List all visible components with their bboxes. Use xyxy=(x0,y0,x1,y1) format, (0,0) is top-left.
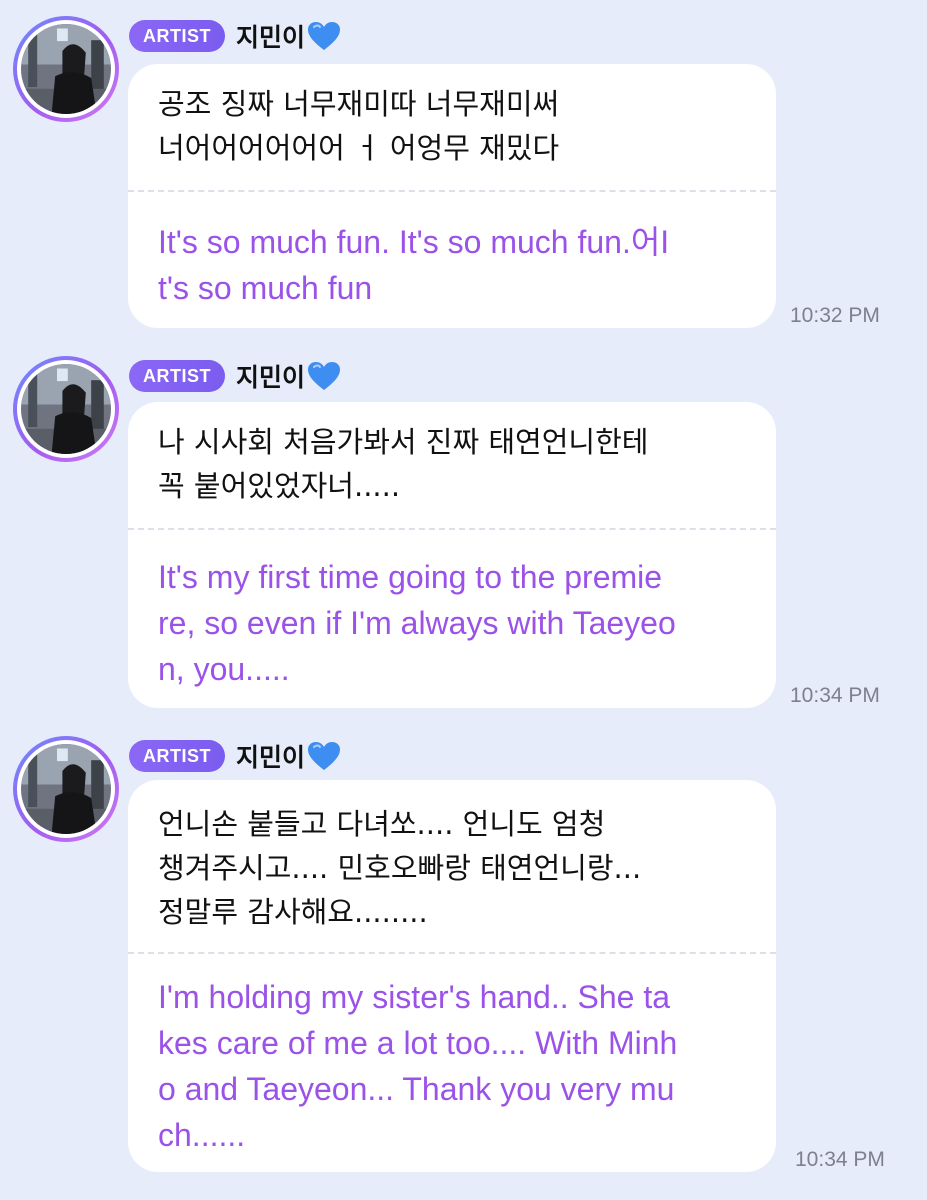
original-text: 나 시사회 처음가봐서 진짜 태연언니한테 꼭 붙어있었자너..... xyxy=(158,425,649,503)
username[interactable]: 지민이 xyxy=(236,356,341,396)
username[interactable]: 지민이 xyxy=(236,736,341,776)
avatar[interactable] xyxy=(13,356,119,462)
blue-heart-icon xyxy=(308,22,341,50)
message-bubble[interactable]: 공조 징짜 너무재미따 너무재미써 너어어어어어어 ㅓ 어엉무 재밌다 It's… xyxy=(128,64,776,328)
translated-text: I'm holding my sister's hand.. She ta ke… xyxy=(158,979,678,1153)
username[interactable]: 지민이 xyxy=(236,16,341,56)
username-text: 지민이 xyxy=(236,743,306,772)
artist-badge: ARTIST xyxy=(129,740,225,772)
divider xyxy=(128,190,776,192)
chat-message: ARTIST 지민이 언니손 붙들고 다녀쏘.... 언니도 엄청 챙겨주시고.… xyxy=(0,720,927,1200)
avatar[interactable] xyxy=(13,736,119,842)
original-text: 언니손 붙들고 다녀쏘.... 언니도 엄청 챙겨주시고.... 민호오빠랑 태… xyxy=(158,807,642,929)
translated-text: It's my first time going to the premie r… xyxy=(158,559,676,687)
timestamp: 10:34 PM xyxy=(795,1148,885,1171)
profile-photo xyxy=(21,364,111,454)
original-text: 공조 징짜 너무재미따 너무재미써 너어어어어어어 ㅓ 어엉무 재밌다 xyxy=(158,87,560,165)
artist-badge: ARTIST xyxy=(129,20,225,52)
chat-message: ARTIST 지민이 나 시사회 처음가봐서 진짜 태연언니한테 꼭 붙어있었자… xyxy=(0,340,927,720)
divider xyxy=(128,952,776,954)
profile-photo xyxy=(21,744,111,834)
blue-heart-icon xyxy=(308,362,341,390)
message-bubble[interactable]: 언니손 붙들고 다녀쏘.... 언니도 엄청 챙겨주시고.... 민호오빠랑 태… xyxy=(128,780,776,1172)
message-bubble[interactable]: 나 시사회 처음가봐서 진짜 태연언니한테 꼭 붙어있었자너..... It's… xyxy=(128,402,776,708)
profile-photo xyxy=(21,24,111,114)
translated-text: It's so much fun. It's so much fun.어I t'… xyxy=(158,224,670,306)
blue-heart-icon xyxy=(308,742,341,770)
avatar[interactable] xyxy=(13,16,119,122)
username-text: 지민이 xyxy=(236,23,306,52)
divider xyxy=(128,528,776,530)
username-text: 지민이 xyxy=(236,363,306,392)
chat-message: ARTIST 지민이 공조 징짜 너무재미따 너무재미써 너어어어어어어 ㅓ 어… xyxy=(0,0,927,340)
artist-badge: ARTIST xyxy=(129,360,225,392)
timestamp: 10:34 PM xyxy=(790,684,880,707)
timestamp: 10:32 PM xyxy=(790,304,880,327)
